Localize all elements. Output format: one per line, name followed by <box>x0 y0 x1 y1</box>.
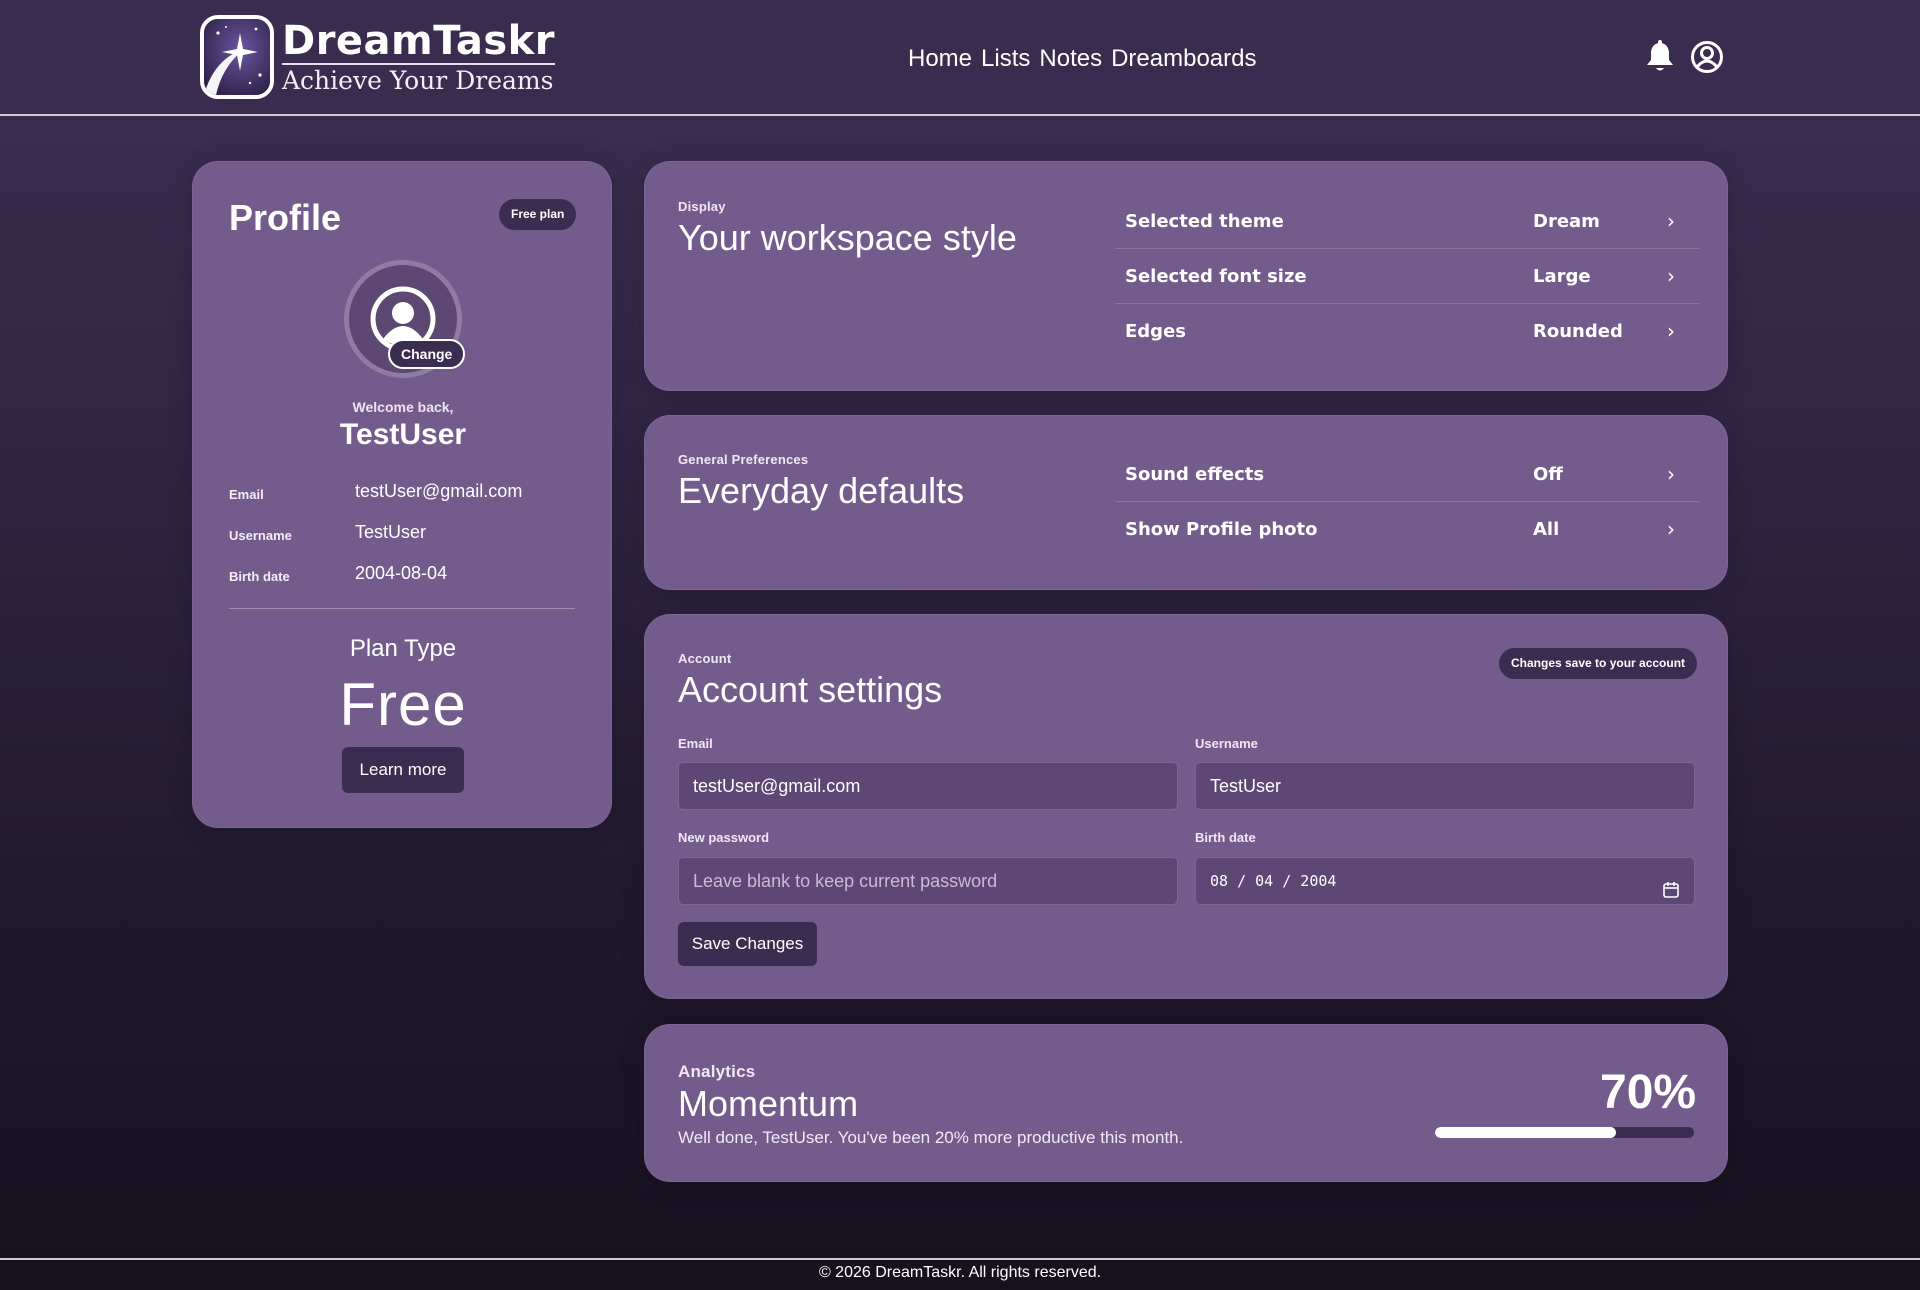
calendar-icon[interactable] <box>1662 871 1680 898</box>
account-settings-card: Account Account settings Changes save to… <box>644 614 1728 999</box>
user-circle-icon[interactable] <box>1690 40 1723 74</box>
plan-type-value: Free <box>339 671 467 738</box>
setting-name: Selected font size <box>1125 266 1307 287</box>
top-header: DreamTaskr Achieve Your Dreams Home List… <box>0 0 1920 116</box>
display-title: Your workspace style <box>678 217 1017 258</box>
profile-username-row: Username TestUser <box>229 521 579 551</box>
setting-row-show-profile-photo[interactable]: Show Profile photo All › <box>1115 502 1699 557</box>
email-field[interactable]: testUser@gmail.com <box>678 762 1178 810</box>
account-title: Account settings <box>678 669 943 710</box>
info-value: testUser@gmail.com <box>355 481 523 501</box>
setting-row-font-size[interactable]: Selected font size Large › <box>1115 249 1699 304</box>
birth-date-label: Birth date <box>1195 830 1256 845</box>
momentum-progress-bar <box>1435 1127 1694 1138</box>
setting-name: Sound effects <box>1125 464 1265 485</box>
info-label: Username <box>229 528 292 543</box>
setting-name: Edges <box>1125 321 1186 342</box>
chevron-right-icon: › <box>1667 264 1675 288</box>
change-avatar-button[interactable]: Change <box>388 339 466 369</box>
username-field[interactable]: TestUser <box>1195 762 1695 810</box>
profile-email-row: Email testUser@gmail.com <box>229 480 579 510</box>
brand-name: DreamTaskr <box>282 17 555 64</box>
setting-value: Rounded <box>1533 321 1623 342</box>
setting-row-theme[interactable]: Selected theme Dream › <box>1115 194 1699 249</box>
divider <box>229 608 575 609</box>
chevron-right-icon: › <box>1667 209 1675 233</box>
display-eyebrow: Display <box>678 199 726 214</box>
analytics-eyebrow: Analytics <box>678 1062 756 1081</box>
info-label: Birth date <box>229 569 290 584</box>
momentum-progress-fill <box>1435 1127 1617 1138</box>
password-label: New password <box>678 830 770 845</box>
welcome-text: Welcome back, <box>352 399 454 415</box>
analytics-card: Analytics Momentum Well done, TestUser. … <box>644 1024 1728 1182</box>
nav-notes[interactable]: Notes <box>1039 44 1102 74</box>
email-label: Email <box>678 736 713 751</box>
preferences-title: Everyday defaults <box>678 470 965 511</box>
footer-copyright: © 2026 DreamTaskr. All rights reserved. <box>818 1264 1102 1281</box>
display-settings-card: Display Your workspace style Selected th… <box>644 161 1728 391</box>
new-password-field[interactable]: Leave blank to keep current password <box>678 857 1178 905</box>
profile-birthdate-row: Birth date 2004-08-04 <box>229 562 579 592</box>
info-value: TestUser <box>355 522 427 542</box>
footer: © 2026 DreamTaskr. All rights reserved. <box>0 1258 1920 1290</box>
brand-tagline: Achieve Your Dreams <box>282 62 555 96</box>
account-eyebrow: Account <box>678 651 732 666</box>
setting-value: Dream <box>1533 211 1600 232</box>
setting-name: Show Profile photo <box>1125 519 1318 540</box>
analytics-message: Well done, TestUser. You've been 20% mor… <box>678 1128 1184 1147</box>
setting-value: Large <box>1533 266 1591 287</box>
display-settings-list: Selected theme Dream › Selected font siz… <box>1115 194 1699 359</box>
chevron-right-icon: › <box>1667 462 1675 486</box>
preferences-eyebrow: General Preferences <box>678 452 809 467</box>
info-value: 2004-08-04 <box>355 563 448 583</box>
profile-card: Profile Free plan Change Welcome back, T… <box>192 161 612 828</box>
shooting-star-logo-icon <box>200 15 274 99</box>
autosave-badge: Changes save to your account <box>1499 648 1698 679</box>
setting-value: Off <box>1533 464 1563 485</box>
save-changes-button[interactable]: Save Changes <box>678 922 817 966</box>
learn-more-button[interactable]: Learn more <box>342 747 464 793</box>
chevron-right-icon: › <box>1667 517 1675 541</box>
preferences-settings-list: Sound effects Off › Show Profile photo A… <box>1115 447 1699 557</box>
plan-type-label: Plan Type <box>349 635 457 662</box>
main-nav: Home Lists Notes Dreamboards <box>908 44 1257 74</box>
momentum-percent: 70% <box>1600 1066 1697 1119</box>
brand-logo[interactable]: DreamTaskr Achieve Your Dreams <box>200 15 555 99</box>
plan-badge: Free plan <box>499 199 577 230</box>
nav-home[interactable]: Home <box>908 44 972 74</box>
nav-dreamboards[interactable]: Dreamboards <box>1111 44 1256 74</box>
setting-row-edges[interactable]: Edges Rounded › <box>1115 304 1699 359</box>
setting-name: Selected theme <box>1125 211 1284 232</box>
profile-heading: Profile <box>229 197 342 238</box>
birth-date-field[interactable]: 08 / 04 / 2004 <box>1195 857 1695 905</box>
general-preferences-card: General Preferences Everyday defaults So… <box>644 415 1728 590</box>
chevron-right-icon: › <box>1667 319 1675 343</box>
header-actions <box>1644 40 1723 74</box>
setting-value: All <box>1533 519 1560 540</box>
profile-username: TestUser <box>339 418 467 451</box>
bell-icon[interactable] <box>1644 40 1676 74</box>
setting-row-sound-effects[interactable]: Sound effects Off › <box>1115 447 1699 502</box>
username-label: Username <box>1195 736 1258 751</box>
birth-date-value: 08 / 04 / 2004 <box>1210 872 1337 890</box>
analytics-title: Momentum <box>678 1083 859 1124</box>
nav-lists[interactable]: Lists <box>981 44 1030 74</box>
info-label: Email <box>229 487 264 502</box>
